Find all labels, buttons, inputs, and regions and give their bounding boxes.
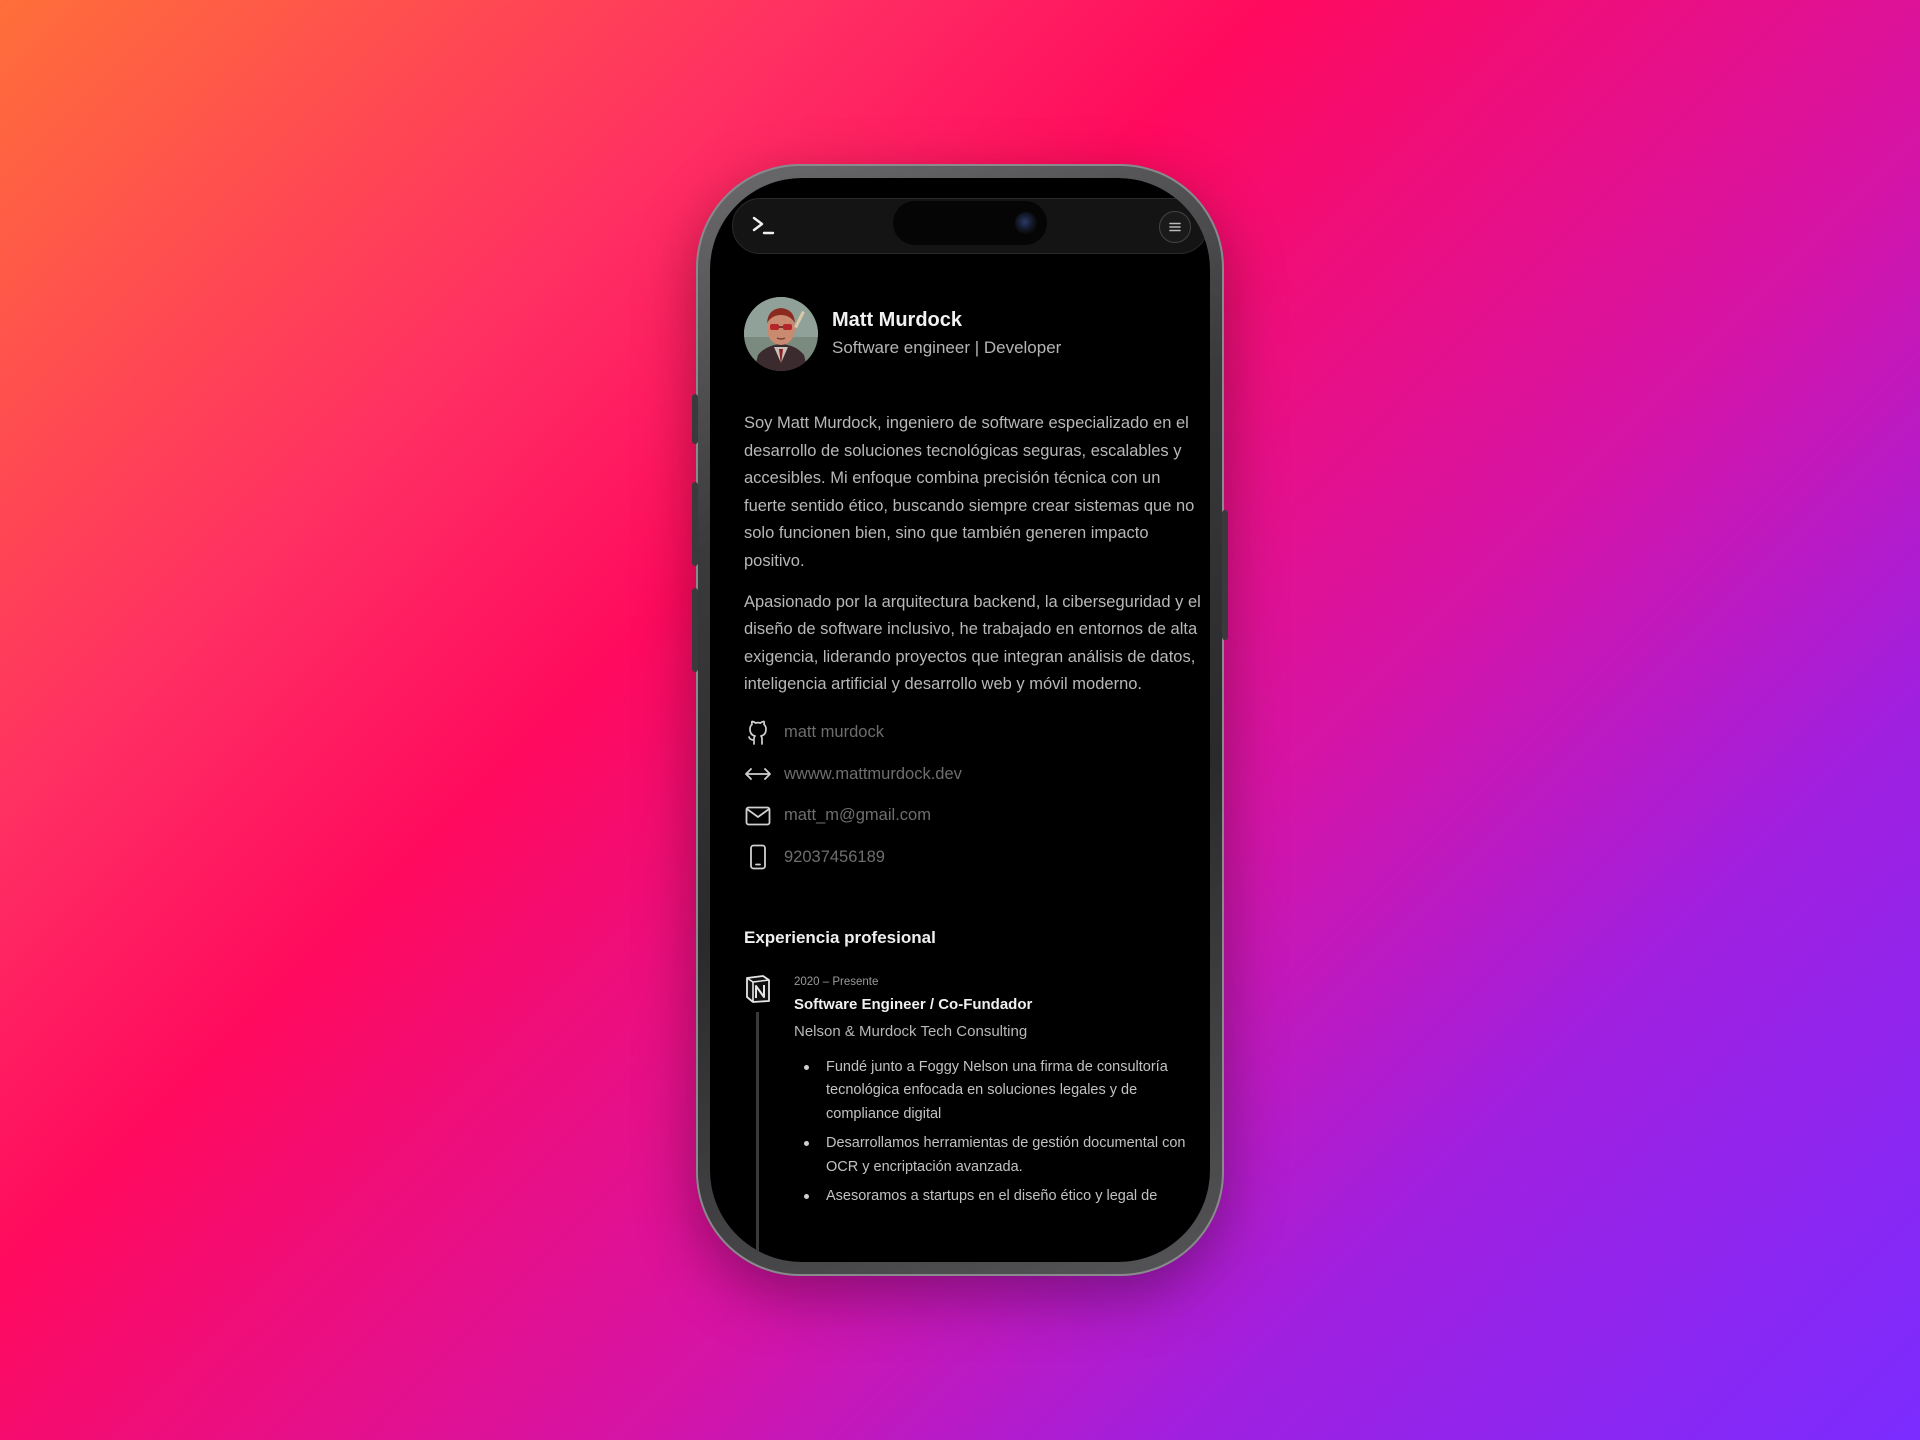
github-icon [744,719,772,747]
experience-title: Software Engineer / Co-Fundador [794,995,1033,1013]
bio-section: Soy Matt Murdock, ingeniero de software … [744,410,1204,699]
code-arrows-icon [744,760,772,788]
front-camera [1015,212,1037,234]
profile-content: Matt Murdock Software engineer | Develop… [744,296,1204,1252]
contact-website-text: wwww.mattmurdock.dev [784,764,962,783]
dynamic-island [893,201,1047,245]
profile-text: Matt Murdock Software engineer | Develop… [832,307,1061,361]
side-button-volume-up [692,482,698,566]
notion-logo-icon [744,974,772,1004]
phone-frame: Matt Murdock Software engineer | Develop… [692,164,1228,1276]
profile-header: Matt Murdock Software engineer | Develop… [744,296,1204,372]
profile-role: Software engineer | Developer [832,338,1062,357]
list-item: Desarrollamos herramientas de gestión do… [804,1132,1204,1179]
mail-icon [744,802,772,830]
top-navigation-bar [732,198,1208,254]
phone-icon [744,843,772,871]
experience-section-title: Experiencia profesional [744,927,936,947]
bio-paragraph: Apasionado por la arquitectura backend, … [744,592,1201,694]
experience-dates: 2020 – Presente [794,975,879,988]
contact-website-link[interactable]: wwww.mattmurdock.dev [744,753,1204,795]
side-button-volume-down [692,588,698,672]
terminal-icon[interactable] [751,213,777,239]
contact-phone-link[interactable]: 92037456189 [744,836,1204,878]
menu-button[interactable] [1159,211,1191,243]
list-item: Fundé junto a Foggy Nelson una firma de … [804,1056,1204,1127]
timeline-line [756,1011,759,1252]
experience-bullets: Fundé junto a Foggy Nelson una firma de … [794,1056,1204,1209]
avatar [744,297,818,371]
side-button-action [692,394,698,444]
profile-name: Matt Murdock [832,309,962,331]
experience-item: 2020 – Presente Software Engineer / Co-F… [744,974,1204,1252]
contact-list: matt murdock wwww.mattmurdock.dev matt_m… [744,712,1204,878]
side-button-power [1222,510,1228,640]
contact-phone-text: 92037456189 [784,847,885,866]
experience-body: 2020 – Presente Software Engineer / Co-F… [794,974,1204,1209]
list-item: Asesoramos a startups en el diseño ético… [804,1185,1204,1209]
phone-screen: Matt Murdock Software engineer | Develop… [710,178,1210,1262]
contact-email-text: matt_m@gmail.com [784,806,931,825]
bio-paragraph: Soy Matt Murdock, ingeniero de software … [744,414,1195,570]
contact-github-text: matt murdock [784,723,884,742]
contact-email-link[interactable]: matt_m@gmail.com [744,795,1204,837]
contact-github-link[interactable]: matt murdock [744,712,1204,754]
experience-company: Nelson & Murdock Tech Consulting [794,1022,1028,1040]
menu-icon [1169,222,1181,232]
